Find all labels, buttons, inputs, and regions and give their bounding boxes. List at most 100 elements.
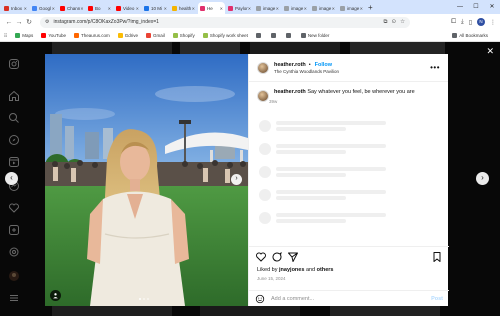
- reload-icon[interactable]: ↻: [24, 18, 34, 26]
- bookmark-item[interactable]: Maps: [15, 33, 33, 38]
- save-bookmark-icon[interactable]: [431, 251, 443, 263]
- comment-input[interactable]: Add a comment...: [271, 296, 431, 302]
- author-username[interactable]: heather.roth: [274, 62, 306, 68]
- likes-others-link[interactable]: others: [317, 267, 334, 273]
- browser-tab[interactable]: image ✕: [310, 2, 337, 14]
- side-panel-icon[interactable]: ▯: [469, 19, 472, 26]
- back-icon[interactable]: ←: [4, 19, 14, 26]
- bookmark-label: Shopify: [179, 33, 195, 38]
- tab-close-icon[interactable]: ✕: [136, 6, 139, 11]
- browser-tab[interactable]: image ✕: [254, 2, 281, 14]
- liked-by-user[interactable]: jnayjones: [279, 267, 304, 273]
- apps-icon[interactable]: ⠿: [4, 33, 7, 39]
- caption-author-avatar[interactable]: [257, 90, 269, 102]
- minimize-icon[interactable]: —: [452, 0, 468, 14]
- tab-close-icon[interactable]: ✕: [220, 6, 223, 11]
- separator-dot: •: [308, 62, 311, 68]
- browser-tab[interactable]: image ✕: [338, 2, 365, 14]
- caption-username[interactable]: heather.roth: [274, 89, 306, 95]
- tab-close-icon[interactable]: ✕: [304, 6, 307, 11]
- profile-avatar[interactable]: N: [477, 18, 485, 26]
- browser-tab[interactable]: health ✕: [170, 2, 197, 14]
- author-avatar[interactable]: [257, 61, 269, 74]
- bookmark-item[interactable]: Gdrive: [117, 33, 138, 38]
- bookmark-item[interactable]: [255, 33, 263, 38]
- bookmark-item[interactable]: New folder: [300, 33, 330, 38]
- forward-icon[interactable]: →: [14, 19, 24, 26]
- browser-tab[interactable]: Inbox ✕: [2, 2, 29, 14]
- comment-bubble-icon[interactable]: [271, 251, 283, 263]
- address-bar[interactable]: ⚙ instagram.com/p/C8OKaxZo3Pw/?img_index…: [40, 16, 410, 28]
- post-date[interactable]: June 15, 2024: [257, 276, 286, 281]
- site-info-icon[interactable]: ⚙: [45, 19, 49, 25]
- next-image-arrow-icon[interactable]: ›: [231, 174, 242, 185]
- previous-post-arrow-icon[interactable]: ‹: [5, 172, 18, 185]
- bookmark-item[interactable]: [270, 33, 278, 38]
- post-photo: [45, 54, 248, 306]
- all-bookmarks[interactable]: All Bookmarks: [452, 33, 488, 38]
- next-post-arrow-icon[interactable]: ›: [476, 172, 489, 185]
- close-window-icon[interactable]: ✕: [484, 0, 500, 14]
- bookmark-label: New folder: [307, 33, 330, 38]
- tab-close-icon[interactable]: ✕: [108, 6, 111, 11]
- close-modal-icon[interactable]: ✕: [486, 46, 494, 57]
- bookmark-item[interactable]: Gmail: [146, 33, 165, 38]
- tab-close-icon[interactable]: ✕: [52, 6, 55, 11]
- tab-favicon-icon: [60, 5, 65, 11]
- tab-close-icon[interactable]: ✕: [332, 6, 335, 11]
- browser-tab[interactable]: image ✕: [282, 2, 309, 14]
- browser-tab[interactable]: Googl ✕: [30, 2, 57, 14]
- bookmark-star-icon[interactable]: ☆: [400, 19, 405, 26]
- bookmark-favicon-icon: [15, 33, 21, 38]
- browser-tab[interactable]: Chann ✕: [58, 2, 85, 14]
- bookmark-item[interactable]: Theaurus.com: [74, 33, 110, 38]
- tab-close-icon[interactable]: ✕: [24, 6, 27, 11]
- post-location[interactable]: The Cynthia Woodlands Pavilion: [274, 69, 339, 74]
- tab-close-icon[interactable]: ✕: [276, 6, 279, 11]
- tab-label: Paylor: [235, 5, 248, 11]
- maximize-icon[interactable]: ☐: [468, 0, 484, 14]
- tab-close-icon[interactable]: ✕: [80, 6, 83, 11]
- bookmark-favicon-icon: [74, 33, 79, 38]
- post-details-panel: heather.roth • Follow The Cynthia Woodla…: [248, 54, 449, 306]
- share-send-icon[interactable]: [287, 251, 299, 263]
- bookmarks-bar: ⠿ Maps YouTube Theaurus.com Gdrive Gmail Shop…: [0, 30, 500, 42]
- tagged-users-icon[interactable]: [50, 290, 61, 301]
- zoom-icon[interactable]: ⊙: [391, 19, 396, 26]
- bookmark-favicon-icon: [202, 33, 208, 38]
- extensions-icon[interactable]: ⧠: [451, 19, 456, 26]
- follow-button[interactable]: Follow: [315, 62, 332, 68]
- tab-close-icon[interactable]: ✕: [248, 6, 251, 11]
- tab-close-icon[interactable]: ✕: [164, 6, 167, 11]
- tab-label: 10 Mi: [151, 5, 163, 11]
- browser-tab[interactable]: He ✕: [198, 2, 225, 14]
- carousel-indicator: [139, 298, 149, 300]
- browser-tab[interactable]: 10 Mi ✕: [142, 2, 169, 14]
- tab-favicon-icon: [4, 5, 9, 11]
- new-tab-icon[interactable]: +: [368, 2, 373, 14]
- like-heart-icon[interactable]: [255, 251, 267, 263]
- caption-text: Say whatever you feel, be wherever you a…: [307, 89, 415, 95]
- post-comment-button[interactable]: Post: [431, 296, 443, 302]
- more-options-icon[interactable]: •••: [430, 63, 440, 72]
- bookmark-favicon-icon: [117, 33, 123, 38]
- emoji-icon[interactable]: [255, 294, 265, 304]
- tab-favicon-icon: [284, 5, 289, 11]
- tab-label: image: [319, 5, 332, 11]
- carousel-dot-active: [139, 298, 141, 300]
- bookmark-item[interactable]: Shopify: [172, 33, 195, 38]
- tab-close-icon[interactable]: ✕: [360, 6, 363, 11]
- browser-tab[interactable]: Bo ✕: [86, 2, 113, 14]
- downloads-icon[interactable]: ⤓: [461, 19, 464, 26]
- install-app-icon[interactable]: ⧉: [384, 19, 388, 26]
- tab-close-icon[interactable]: ✕: [192, 6, 195, 11]
- bookmark-item[interactable]: Shopify work sheet: [202, 33, 248, 38]
- browser-tab[interactable]: Video ✕: [114, 2, 141, 14]
- tab-label: Bo: [95, 5, 101, 11]
- chrome-menu-icon[interactable]: ⋮: [490, 19, 496, 26]
- tab-favicon-icon: [312, 5, 317, 11]
- liked-by-line: Liked by jnayjones and others: [257, 267, 333, 273]
- bookmark-item[interactable]: YouTube: [41, 33, 66, 38]
- bookmark-item[interactable]: [285, 33, 293, 38]
- browser-tab[interactable]: Paylor ✕: [226, 2, 253, 14]
